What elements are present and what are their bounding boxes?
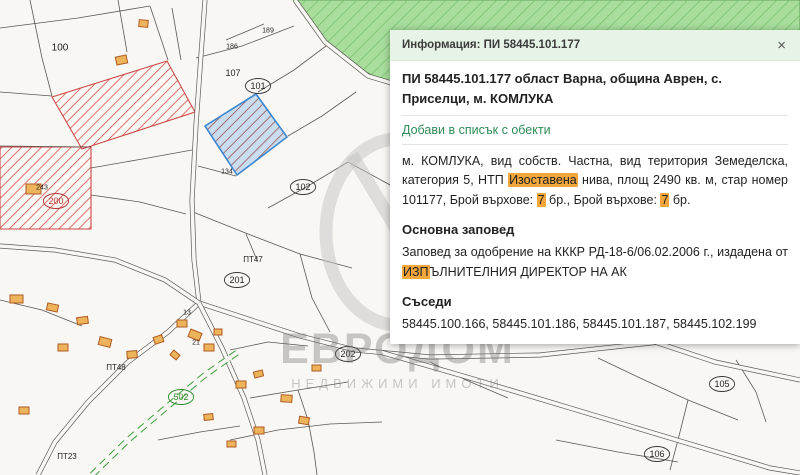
parcel-line [150,6,168,60]
building [170,350,180,360]
map-label: ПТ23 [57,452,77,461]
building [98,337,112,348]
search-highlight: ИЗП [402,265,430,279]
building [153,335,164,344]
parcel-line [118,0,127,52]
text-segment: бр. [669,193,690,207]
building [127,351,138,359]
building [77,316,89,324]
road-casing [199,303,265,475]
building [46,303,58,312]
parcel-line [196,26,294,58]
search-highlight: 7 [537,193,546,207]
map-label: 106 [649,449,664,459]
building [115,55,127,65]
text-segment: ЪЛНИТЕЛНИЯ ДИРЕКТОР НА АК [430,265,627,279]
close-icon[interactable]: × [775,38,788,53]
map-label: 201 [229,275,244,285]
map-label: 202 [340,349,355,359]
map-label: 105 [714,379,729,389]
selected-parcel-hatch [205,94,287,175]
road-casing [0,246,199,303]
neighbors-list: 58445.100.166, 58445.101.186, 58445.101.… [402,315,788,334]
parcel-line [0,300,82,326]
parcel-line [0,6,150,28]
map-label: 13 [183,309,191,316]
parcel-line [30,0,52,96]
map-label: 243 [36,184,48,191]
map-label: 186 [226,43,238,50]
building [312,365,321,371]
order-text: Заповед за одобрение на КККР РД-18-6/06.… [402,243,788,282]
map-label: 502 [173,392,188,402]
parcel-line [670,400,688,470]
map-label: 100 [52,43,69,54]
map-label: 134 [221,168,233,175]
map-label: ПТ48 [106,363,126,372]
building [214,329,222,335]
parcel-line [91,195,186,214]
app-screen: 100 189 186 107 101 134 102 243200 ПТ47 201 21 13 20… [0,0,800,475]
building [177,320,187,327]
parcel-line [158,426,240,440]
parcel-details: м. КОМЛУКА, вид собств. Частна, вид тери… [402,152,788,210]
road-surface [0,246,199,303]
map-label: 102 [295,182,310,192]
info-panel: Информация: ПИ 58445.101.177 × ПИ 58445.… [390,30,800,344]
parcel-line [250,382,348,398]
divider [402,115,788,116]
search-highlight: Изоставена [508,173,578,187]
text-segment: бр., Брой върхове: [546,193,661,207]
parcel-line [288,92,356,136]
building [253,370,263,378]
building [254,427,264,434]
road-surface [192,0,205,303]
parcel-line [298,390,317,475]
road-surface [199,303,265,475]
parcel-line [226,24,264,40]
order-heading: Основна заповед [402,222,788,237]
neighbors-heading: Съседи [402,294,788,309]
building [19,407,29,414]
parcel-line [258,46,326,92]
parcel-line [172,8,181,60]
map-label: ПТ47 [243,255,263,264]
road-surface [380,352,800,473]
map-label: 200 [48,196,63,206]
info-panel-title: Информация: ПИ 58445.101.177 [402,39,580,51]
parcel-line [0,92,52,96]
text-segment: Заповед за одобрение на КККР РД-18-6/06.… [402,245,788,259]
info-panel-body: ПИ 58445.101.177 област Варна, община Ав… [390,61,800,344]
building [58,344,68,351]
building [227,441,236,447]
building [139,20,149,28]
info-panel-header: Информация: ПИ 58445.101.177 × [390,30,800,61]
building [281,395,292,403]
building [236,381,246,388]
map-label: 101 [250,81,265,91]
building [204,414,214,421]
parcel-title: ПИ 58445.101.177 област Варна, община Ав… [402,69,788,108]
building [10,295,23,303]
map-label: 21 [192,339,200,346]
add-to-list-link[interactable]: Добави в списък с обекти [402,123,551,137]
building [204,344,214,351]
restricted-area [52,61,195,149]
parcel-line [230,342,308,350]
map-label: 107 [225,68,240,78]
building [298,416,309,425]
road-surface [655,342,800,380]
divider [402,144,788,145]
parcel-line [91,150,192,168]
map-label: 189 [262,27,274,34]
